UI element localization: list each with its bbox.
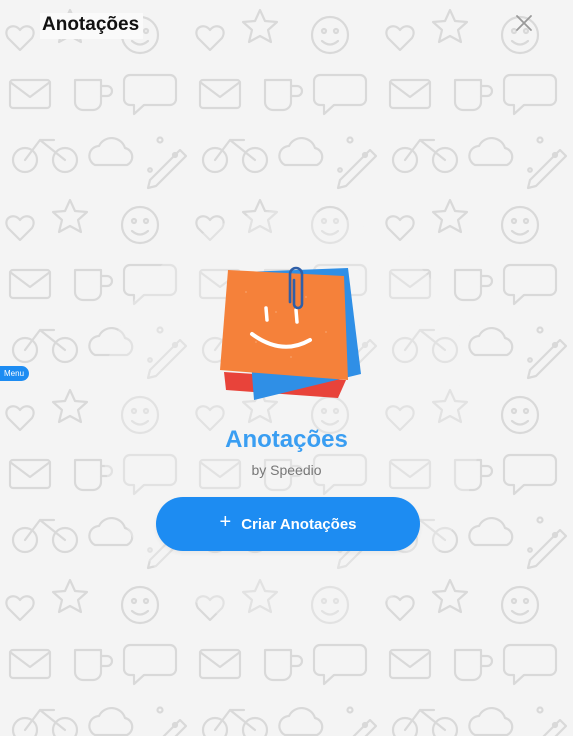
notes-panel: Anotações Menu Anotações by Speedio + Cr… bbox=[0, 0, 573, 736]
sticky-notes-smile-icon bbox=[220, 266, 361, 400]
close-icon[interactable] bbox=[513, 12, 535, 34]
create-notes-button[interactable]: + Criar Anotações bbox=[156, 497, 420, 551]
menu-tab[interactable]: Menu bbox=[0, 366, 30, 381]
create-notes-label: Criar Anotações bbox=[241, 515, 357, 533]
plus-icon: + bbox=[219, 510, 232, 533]
panel-title: Anotações bbox=[40, 13, 144, 39]
app-name: Anotações bbox=[225, 426, 348, 453]
app-author: by Speedio bbox=[251, 462, 322, 478]
